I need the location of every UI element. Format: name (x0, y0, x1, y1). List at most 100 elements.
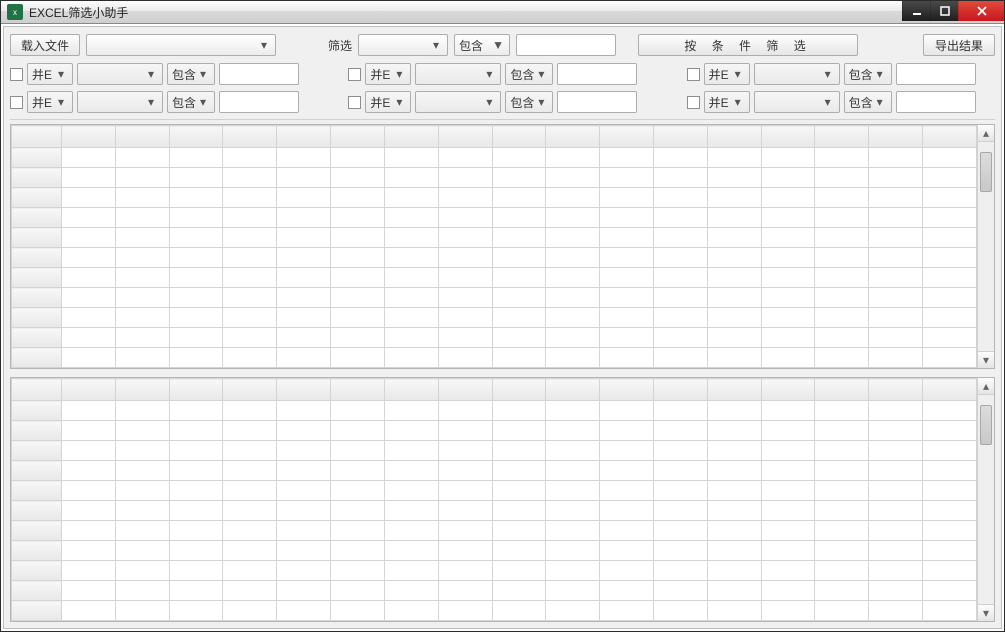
cell[interactable] (546, 541, 600, 561)
cell[interactable] (115, 501, 169, 521)
field-combo[interactable]: ▾ (77, 63, 163, 85)
cell[interactable] (277, 268, 331, 288)
cell[interactable] (707, 148, 761, 168)
cell[interactable] (923, 228, 977, 248)
cell[interactable] (115, 521, 169, 541)
cell[interactable] (923, 441, 977, 461)
cell[interactable] (923, 581, 977, 601)
maximize-button[interactable] (930, 1, 958, 21)
row-header[interactable] (12, 148, 62, 168)
cell[interactable] (761, 421, 815, 441)
value-input[interactable] (896, 91, 976, 113)
cell[interactable] (62, 228, 116, 248)
cell[interactable] (761, 188, 815, 208)
cell[interactable] (815, 481, 869, 501)
row-header[interactable] (12, 541, 62, 561)
cell[interactable] (653, 401, 707, 421)
cell[interactable] (600, 561, 654, 581)
cell[interactable] (223, 441, 277, 461)
bottom-grid[interactable] (11, 378, 977, 621)
scroll-thumb[interactable] (980, 152, 992, 192)
cell[interactable] (384, 501, 438, 521)
cell[interactable] (600, 208, 654, 228)
table-row[interactable] (12, 268, 977, 288)
cell[interactable] (62, 401, 116, 421)
cell[interactable] (707, 401, 761, 421)
cell[interactable] (869, 328, 923, 348)
cell[interactable] (384, 521, 438, 541)
cell[interactable] (869, 228, 923, 248)
table-row[interactable] (12, 421, 977, 441)
cell[interactable] (600, 441, 654, 461)
cell[interactable] (923, 148, 977, 168)
cell[interactable] (546, 581, 600, 601)
cell[interactable] (115, 168, 169, 188)
table-row[interactable] (12, 601, 977, 621)
cell[interactable] (223, 308, 277, 328)
cell[interactable] (169, 208, 223, 228)
cell[interactable] (115, 148, 169, 168)
cell[interactable] (923, 541, 977, 561)
cell[interactable] (223, 601, 277, 621)
cell[interactable] (331, 208, 385, 228)
cell[interactable] (331, 168, 385, 188)
col-header[interactable] (169, 126, 223, 148)
cell[interactable] (761, 561, 815, 581)
cell[interactable] (546, 188, 600, 208)
cell[interactable] (277, 288, 331, 308)
col-header[interactable] (707, 379, 761, 401)
table-row[interactable] (12, 401, 977, 421)
cell[interactable] (169, 481, 223, 501)
cell[interactable] (707, 248, 761, 268)
cell[interactable] (384, 208, 438, 228)
cell[interactable] (115, 228, 169, 248)
cell[interactable] (869, 348, 923, 368)
cell[interactable] (923, 401, 977, 421)
cell[interactable] (62, 541, 116, 561)
cell[interactable] (653, 248, 707, 268)
cell[interactable] (277, 148, 331, 168)
cell[interactable] (492, 288, 546, 308)
cell[interactable] (707, 601, 761, 621)
cell[interactable] (223, 328, 277, 348)
cell[interactable] (869, 248, 923, 268)
cell[interactable] (815, 168, 869, 188)
filter-field-combo[interactable]: ▾ (358, 34, 448, 56)
cell[interactable] (653, 521, 707, 541)
cell[interactable] (62, 208, 116, 228)
cell[interactable] (653, 421, 707, 441)
cell[interactable] (923, 461, 977, 481)
cell[interactable] (546, 268, 600, 288)
cell[interactable] (815, 561, 869, 581)
cell[interactable] (815, 188, 869, 208)
col-header[interactable] (707, 126, 761, 148)
cell[interactable] (492, 401, 546, 421)
corner-header[interactable] (12, 126, 62, 148)
field-combo[interactable]: ▾ (754, 91, 840, 113)
cell[interactable] (277, 561, 331, 581)
cell[interactable] (169, 421, 223, 441)
load-file-button[interactable]: 载入文件 (10, 34, 80, 56)
cell[interactable] (62, 601, 116, 621)
cell[interactable] (869, 208, 923, 228)
col-header[interactable] (331, 379, 385, 401)
cell[interactable] (169, 581, 223, 601)
cell[interactable] (815, 288, 869, 308)
cell[interactable] (869, 308, 923, 328)
value-input[interactable] (557, 63, 637, 85)
row-header[interactable] (12, 421, 62, 441)
cell[interactable] (438, 601, 492, 621)
cell[interactable] (923, 561, 977, 581)
cell[interactable] (492, 581, 546, 601)
cell[interactable] (438, 248, 492, 268)
cell[interactable] (707, 541, 761, 561)
cell[interactable] (115, 248, 169, 268)
cell[interactable] (277, 421, 331, 441)
cell[interactable] (546, 208, 600, 228)
col-header[interactable] (223, 126, 277, 148)
col-header[interactable] (869, 126, 923, 148)
cell[interactable] (169, 441, 223, 461)
cell[interactable] (653, 481, 707, 501)
cell[interactable] (653, 168, 707, 188)
cell[interactable] (62, 148, 116, 168)
